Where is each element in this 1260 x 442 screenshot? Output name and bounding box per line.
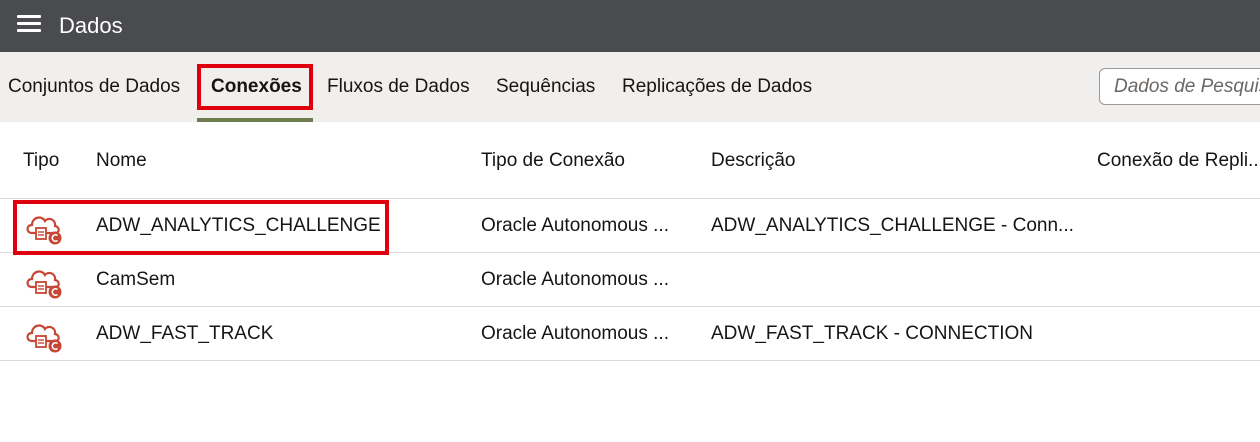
connection-name[interactable]: ADW_FAST_TRACK	[96, 307, 396, 361]
table-row[interactable]: CamSem Oracle Autonomous ...	[0, 253, 1260, 307]
search-placeholder: Dados de Pesquisa	[1114, 76, 1260, 97]
tab-conexoes[interactable]: Conexões	[211, 52, 302, 122]
table-row[interactable]: ADW_FAST_TRACK Oracle Autonomous ... ADW…	[0, 307, 1260, 361]
connection-type: Oracle Autonomous ...	[481, 215, 669, 236]
connection-name[interactable]: CamSem	[96, 253, 396, 307]
column-header-descricao[interactable]: Descrição	[711, 142, 795, 180]
column-header-tipo-de-conexao[interactable]: Tipo de Conexão	[481, 142, 625, 180]
tab-replicacoes-de-dados[interactable]: Replicações de Dados	[622, 52, 812, 122]
connection-description	[711, 253, 1081, 307]
column-header-conexao-de-replicacao[interactable]: Conexão de Repli...	[1097, 142, 1260, 180]
column-header-tipo[interactable]: Tipo	[23, 142, 59, 180]
table-row[interactable]: ADW_ANALYTICS_CHALLENGE Oracle Autonomou…	[0, 199, 1260, 253]
search-input[interactable]: Dados de Pesquisa	[1099, 68, 1260, 105]
app-header: Dados	[0, 0, 1260, 52]
tab-sequencias[interactable]: Sequências	[496, 52, 595, 122]
connection-type: Oracle Autonomous ...	[481, 323, 669, 344]
page-title: Dados	[59, 13, 123, 38]
cloud-database-connection-icon	[26, 270, 62, 299]
cloud-database-connection-icon	[26, 216, 62, 245]
cloud-database-connection-icon	[26, 324, 62, 353]
tab-bar: Conjuntos de Dados Conexões Fluxos de Da…	[0, 52, 1260, 122]
connection-description: ADW_FAST_TRACK - CONNECTION	[711, 323, 1033, 344]
connection-description: ADW_ANALYTICS_CHALLENGE - Conn...	[711, 215, 1074, 236]
hamburger-menu-icon[interactable]	[17, 15, 41, 35]
connection-type: Oracle Autonomous ...	[481, 269, 669, 290]
tab-fluxos-de-dados[interactable]: Fluxos de Dados	[327, 52, 470, 122]
active-tab-indicator	[197, 118, 313, 122]
column-header-nome[interactable]: Nome	[96, 142, 147, 180]
tab-conjuntos-de-dados[interactable]: Conjuntos de Dados	[8, 52, 180, 122]
connection-name[interactable]: ADW_ANALYTICS_CHALLENGE	[96, 199, 396, 253]
